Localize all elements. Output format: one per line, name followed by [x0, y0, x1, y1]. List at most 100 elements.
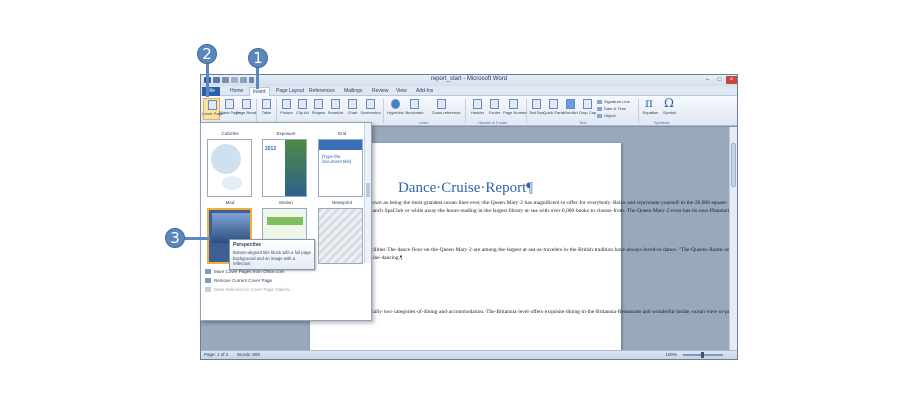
- tab-insert[interactable]: Insert: [249, 87, 270, 96]
- maximize-button[interactable]: □: [714, 76, 725, 84]
- motion-year: 2012: [265, 146, 277, 152]
- blank-page-button[interactable]: Blank Page: [219, 98, 240, 120]
- screenshot-button[interactable]: Screenshot: [360, 98, 381, 120]
- zoom-level[interactable]: 100%: [665, 352, 677, 357]
- save-selection-item[interactable]: Save Selection to Cover Page Gallery...: [205, 287, 293, 293]
- remove-cover-page-label: Remove Current Cover Page: [214, 278, 273, 283]
- links-group-label: Links: [419, 120, 429, 125]
- tab-add-ins[interactable]: Add-Ins: [413, 87, 436, 96]
- gallery-caption-grid: Grid: [337, 131, 347, 136]
- gallery-caption-cubicles: Cubicles: [221, 131, 239, 136]
- object-item[interactable]: Object: [597, 113, 616, 118]
- cross-reference-button[interactable]: Cross-reference: [431, 98, 461, 120]
- page-number-icon: [509, 99, 518, 109]
- paragraph-dining: There·are·basically·two·categories·of·di…: [340, 309, 737, 315]
- screenshot-label: Screenshot: [360, 110, 381, 115]
- minimize-button[interactable]: –: [702, 76, 713, 84]
- signature-line-icon: [597, 99, 602, 104]
- tutorial-screenshot: report_start - Microsoft Word – □ × File…: [0, 0, 900, 401]
- cover-page-icon: [208, 100, 217, 110]
- callout-2: 2: [197, 44, 217, 64]
- zoom-slider[interactable]: [683, 352, 723, 358]
- globe-icon: [391, 99, 400, 109]
- header-icon: [473, 99, 482, 109]
- quick-parts-icon: [549, 99, 558, 109]
- omega-icon: Ω: [664, 96, 674, 110]
- drop-cap-button[interactable]: Drop Cap: [579, 98, 596, 120]
- tooltip-body: Bottom-aligned title block with a full p…: [233, 250, 311, 266]
- save-selection-icon: [205, 287, 211, 293]
- gallery-scrollbar-thumb[interactable]: [366, 183, 370, 197]
- bookmark-button[interactable]: Bookmark: [405, 98, 424, 120]
- quick-parts-button[interactable]: Quick Parts: [543, 98, 564, 120]
- table-button[interactable]: Table: [258, 98, 275, 120]
- close-button[interactable]: ×: [726, 76, 737, 84]
- mod-shape: [211, 144, 241, 174]
- picture-icon: [282, 99, 291, 109]
- tab-home[interactable]: Home: [227, 87, 246, 96]
- symbol-label: Symbol: [662, 110, 677, 115]
- gallery-caption-exposure: Exposure: [276, 131, 296, 136]
- callout-1: 1: [248, 48, 268, 68]
- hyperlink-button[interactable]: Hyperlink: [387, 98, 404, 120]
- cover-thumbnail-puzzle[interactable]: [318, 208, 363, 264]
- paragraph-attractions: Attractions·Known·as·being·the·most·gran…: [340, 200, 737, 215]
- text-box-button[interactable]: Text Box: [528, 98, 545, 120]
- cover-thumbnail-mod[interactable]: [207, 139, 252, 197]
- page-number-button[interactable]: Page Number: [503, 98, 528, 120]
- ribbon-separator: [383, 99, 384, 123]
- shapes-button[interactable]: Shapes: [310, 98, 327, 120]
- gallery-scrollbar[interactable]: [364, 123, 371, 263]
- motion-image: [285, 140, 306, 196]
- gallery-caption-newsprint: Newsprint: [331, 200, 352, 205]
- cover-thumbnail-motion[interactable]: 2012: [262, 139, 307, 197]
- page-number-label: Page Number: [503, 110, 528, 115]
- tab-file[interactable]: File: [202, 87, 220, 96]
- remove-page-icon: [205, 278, 211, 284]
- chart-button[interactable]: Chart: [344, 98, 361, 120]
- smartart-icon: [331, 99, 340, 109]
- cover-page-gallery: Cubicles Exposure Grid 2012 [Type the do…: [200, 122, 372, 321]
- wordart-button[interactable]: WordArt: [562, 98, 579, 120]
- table-label: Table: [261, 110, 272, 115]
- drop-cap-icon: [583, 99, 592, 109]
- table-icon: [262, 99, 271, 109]
- scrollbar-thumb[interactable]: [731, 143, 736, 187]
- symbol-button[interactable]: Ω Symbol: [661, 96, 678, 120]
- tab-mailings[interactable]: Mailings: [341, 87, 365, 96]
- page-break-button[interactable]: Page Break: [236, 98, 257, 120]
- word-count-status[interactable]: Words: 808: [237, 352, 260, 357]
- object-label: Object: [604, 113, 616, 118]
- chart-icon: [348, 99, 357, 109]
- tab-view[interactable]: View: [393, 87, 410, 96]
- clip-art-icon: [298, 99, 307, 109]
- tab-page-layout[interactable]: Page Layout: [273, 87, 307, 96]
- shapes-icon: [314, 99, 323, 109]
- tab-review[interactable]: Review: [369, 87, 391, 96]
- clip-art-button[interactable]: Clip Art: [294, 98, 311, 120]
- footer-label: Footer: [488, 110, 501, 115]
- signature-line-item[interactable]: Signature Line: [597, 99, 630, 104]
- vertical-scrollbar[interactable]: [729, 127, 737, 351]
- header-button[interactable]: Header: [469, 98, 486, 120]
- date-time-item[interactable]: Date & Time: [597, 106, 626, 111]
- tab-references[interactable]: References: [306, 87, 338, 96]
- pi-icon: π: [645, 96, 653, 110]
- cover-thumbnail-newsprint[interactable]: [Type the document title]: [318, 139, 363, 197]
- page-count-status[interactable]: Page: 1 of 2: [204, 352, 228, 357]
- footer-icon: [490, 99, 499, 109]
- text-group-label: Text: [579, 120, 587, 125]
- symbols-group-label: Symbols: [654, 120, 670, 125]
- remove-cover-page-item[interactable]: Remove Current Cover Page: [205, 278, 273, 284]
- pinstripes-band: [267, 217, 303, 225]
- paragraph-dance-facilities: The·Dance·Facilities·The·dance·floor·on·…: [340, 247, 737, 262]
- cross-reference-label: Cross-reference: [431, 110, 461, 115]
- equation-button[interactable]: π Equation: [642, 96, 659, 120]
- smartart-button[interactable]: SmartArt: [327, 98, 344, 120]
- gallery-caption-mod: Mod: [225, 200, 235, 205]
- ribbon-separator: [638, 99, 639, 123]
- callout-2-pointer: [206, 63, 209, 97]
- picture-button[interactable]: Picture: [278, 98, 295, 120]
- cover-page-button[interactable]: Cover Page: [202, 98, 223, 120]
- footer-button[interactable]: Footer: [486, 98, 503, 120]
